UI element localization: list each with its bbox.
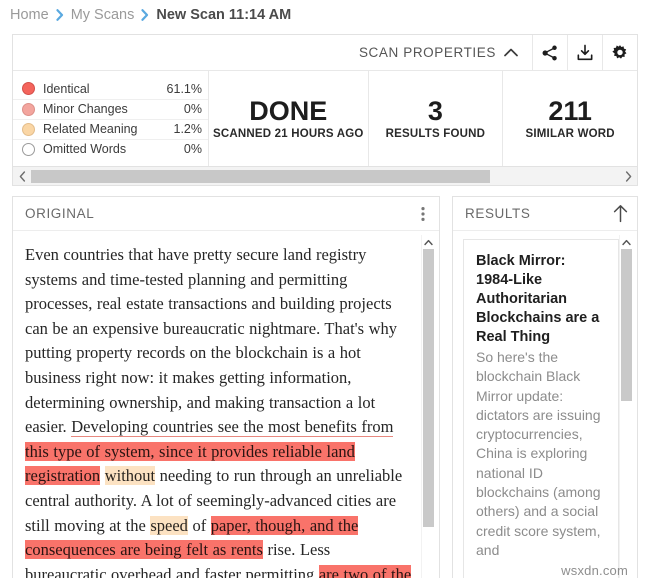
chevron-up-icon[interactable]: [422, 235, 435, 249]
legend: Identical 61.1% Minor Changes 0% Related…: [13, 71, 209, 166]
legend-label: Omitted Words: [43, 142, 127, 156]
results-panel-title: RESULTS: [465, 206, 531, 221]
original-document-text: Even countries that have pretty secure l…: [21, 235, 421, 578]
original-panel: ORIGINAL Even countries that have pretty…: [12, 196, 440, 578]
stat-value: DONE: [249, 96, 328, 127]
horizontal-scrollbar[interactable]: [12, 167, 638, 186]
chevron-right-icon[interactable]: [619, 170, 637, 182]
scrollbar-thumb[interactable]: [31, 169, 490, 183]
scan-properties-header: SCAN PROPERTIES: [13, 35, 637, 71]
scrollbar-thumb[interactable]: [620, 249, 632, 401]
original-panel-title: ORIGINAL: [25, 206, 95, 221]
stat-similar-words: 211 SIMILAR WORD: [502, 71, 637, 166]
scan-properties-toggle[interactable]: SCAN PROPERTIES: [13, 35, 532, 70]
results-panel: RESULTS Black Mirror: 1984-Like Authorit…: [452, 196, 638, 578]
chevron-right-icon: [141, 9, 149, 21]
highlight-related: without: [104, 466, 156, 486]
legend-label: Related Meaning: [43, 122, 138, 136]
download-icon[interactable]: [567, 35, 602, 70]
breadcrumb-item-current: New Scan 11:14 AM: [156, 7, 292, 23]
scan-properties-body: Identical 61.1% Minor Changes 0% Related…: [13, 71, 637, 166]
legend-dot-related-meaning: [22, 122, 35, 136]
stat-value: 3: [427, 96, 443, 127]
chevron-right-icon: [56, 9, 64, 21]
scan-properties-card: SCAN PROPERTIES Identical 61.1% Minor Ch…: [12, 34, 638, 167]
legend-dot-omitted-words: [22, 142, 35, 156]
legend-value: 0%: [183, 142, 202, 156]
legend-row: Identical 61.1%: [13, 79, 208, 99]
scan-properties-title: SCAN PROPERTIES: [358, 45, 496, 60]
stat-label: SIMILAR WORD: [525, 127, 615, 140]
legend-row: Related Meaning 1.2%: [13, 118, 208, 139]
chevron-up-icon: [504, 48, 518, 57]
breadcrumb-item-my-scans[interactable]: My Scans: [71, 7, 135, 23]
text-segment: [100, 466, 105, 485]
original-vertical-scrollbar[interactable]: [421, 235, 434, 578]
breadcrumb-item-home[interactable]: Home: [10, 7, 49, 23]
result-card[interactable]: Black Mirror: 1984-Like Authoritarian Bl…: [463, 239, 619, 578]
scrollbar-track[interactable]: [31, 169, 619, 183]
result-card-title: Black Mirror: 1984-Like Authoritarian Bl…: [476, 253, 600, 345]
stat-value: 211: [548, 96, 592, 127]
gear-icon[interactable]: [602, 35, 637, 70]
legend-value: 1.2%: [173, 122, 203, 136]
scrollbar-thumb[interactable]: [422, 249, 434, 527]
legend-dot-minor-changes: [22, 102, 35, 116]
stat-label: RESULTS FOUND: [385, 127, 486, 140]
stats: DONE SCANNED 21 HOURS AGO 3 RESULTS FOUN…: [209, 71, 637, 166]
results-vertical-scrollbar[interactable]: [619, 235, 632, 578]
original-text-area: Even countries that have pretty secure l…: [21, 235, 434, 578]
stat-label: SCANNED 21 HOURS AGO: [213, 127, 364, 140]
stat-status: DONE SCANNED 21 HOURS AGO: [209, 71, 368, 166]
result-card-body: So here's the blockchain Black Mirror up…: [476, 349, 601, 558]
highlight-identical: are two of the: [318, 564, 412, 578]
text-segment-underlined: Developing countries see the most benefi…: [71, 417, 394, 438]
legend-dot-identical: [22, 82, 35, 95]
text-segment: of: [187, 515, 211, 535]
more-vertical-icon[interactable]: [415, 205, 431, 223]
highlight-related: speed: [150, 515, 188, 535]
share-icon[interactable]: [532, 35, 567, 70]
breadcrumb: Home My Scans New Scan 11:14 AM: [0, 0, 650, 30]
arrow-up-icon[interactable]: [612, 204, 629, 223]
stat-results-found: 3 RESULTS FOUND: [367, 71, 503, 166]
text-segment: Even countries that have pretty secure l…: [25, 245, 397, 437]
panels-row: ORIGINAL Even countries that have pretty…: [12, 196, 638, 578]
legend-row: Omitted Words 0%: [13, 138, 208, 159]
results-panel-header: RESULTS: [453, 197, 637, 231]
legend-label: Minor Changes: [43, 102, 128, 116]
legend-value: 61.1%: [166, 81, 202, 96]
results-list-area: Black Mirror: 1984-Like Authoritarian Bl…: [461, 235, 632, 578]
chevron-left-icon[interactable]: [13, 170, 31, 182]
chevron-up-icon[interactable]: [620, 235, 633, 249]
legend-label: Identical: [43, 81, 90, 96]
legend-value: 0%: [183, 102, 202, 116]
original-panel-header: ORIGINAL: [13, 197, 439, 231]
legend-row: Minor Changes 0%: [13, 98, 208, 119]
